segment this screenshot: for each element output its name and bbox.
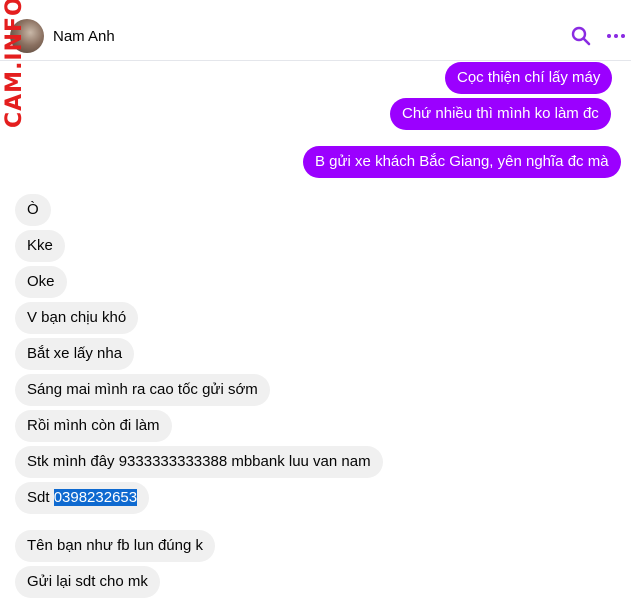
incoming-message[interactable]: Sdt 0398232653 xyxy=(15,482,150,514)
phone-label: Sdt xyxy=(27,489,50,506)
incoming-message[interactable]: Sáng mai mình ra cao tốc gửi sớm xyxy=(15,374,270,406)
incoming-message[interactable]: Gửi lại sdt cho mk xyxy=(15,566,160,598)
incoming-message[interactable]: Bắt xe lấy nha xyxy=(15,338,135,370)
more-options-icon[interactable] xyxy=(604,24,628,48)
incoming-message[interactable]: Kke xyxy=(15,230,65,262)
incoming-message[interactable]: Rồi mình còn đi làm xyxy=(15,410,172,442)
outgoing-message[interactable]: Chứ nhiều thì mình ko làm đc xyxy=(390,98,611,130)
outgoing-message[interactable]: B gửi xe khách Bắc Giang, yên nghĩa đc m… xyxy=(303,146,621,178)
search-icon[interactable] xyxy=(569,24,593,48)
incoming-message[interactable]: Oke xyxy=(15,266,67,298)
incoming-message[interactable]: Ò xyxy=(15,194,51,226)
watermark: CAM.INFO xyxy=(2,0,27,128)
chat-header: CAM.INFO Nam Anh xyxy=(0,0,631,128)
incoming-message[interactable]: V bạn chịu khó xyxy=(15,302,139,334)
contact-name[interactable]: Nam Anh xyxy=(53,28,115,45)
incoming-message[interactable]: Tên bạn như fb lun đúng k xyxy=(15,530,216,562)
outgoing-message[interactable]: Cọc thiện chí lấy máy xyxy=(445,62,613,94)
selected-phone-number[interactable]: 0398232653 xyxy=(53,489,138,506)
incoming-message[interactable]: Stk mình đây 9333333333388 mbbank luu va… xyxy=(15,446,383,478)
